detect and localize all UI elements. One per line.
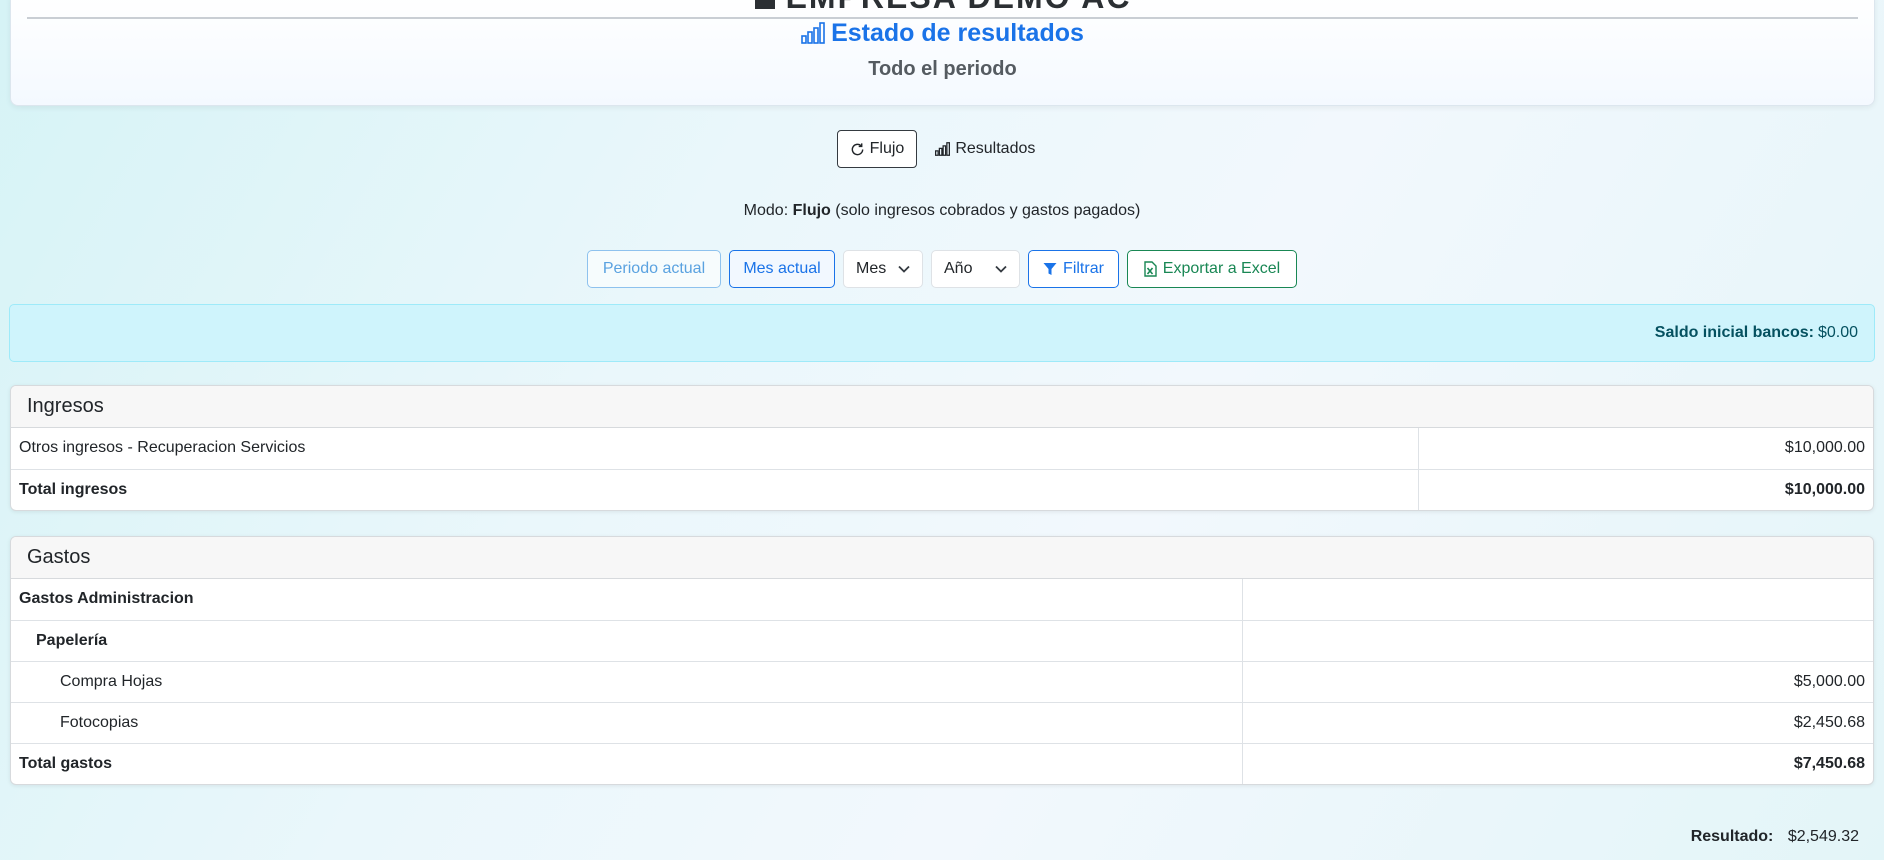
mes-select-value: Mes (856, 260, 887, 277)
table-row: Otros ingresos - Recuperacion Servicios … (11, 428, 1873, 470)
flujo-toggle-label: Flujo (869, 140, 905, 157)
resultado-summary: Resultado: $2,549.32 (1691, 828, 1859, 846)
filter-bar: Periodo actual Mes actual Mes Año Filtra… (0, 250, 1884, 288)
excel-file-icon (1144, 261, 1157, 277)
flujo-toggle-button[interactable]: Flujo (836, 130, 918, 168)
mode-prefix: Modo: (743, 202, 789, 219)
total-row: Total gastos $7,450.68 (11, 743, 1873, 784)
periodo-actual-button[interactable]: Periodo actual (587, 250, 721, 288)
resultado-value: $2,549.32 (1787, 828, 1859, 845)
group-amount (1241, 579, 1873, 621)
bar-chart-icon (801, 22, 825, 44)
building-icon (754, 0, 775, 9)
row-amount: $5,000.00 (1241, 661, 1873, 703)
chevron-down-icon (995, 265, 1007, 273)
mode-description: Modo: Flujo (solo ingresos cobrados y ga… (0, 202, 1884, 220)
mode-name: Flujo (792, 202, 831, 219)
group-label: Gastos Administracion (11, 579, 1242, 621)
ingresos-header: Ingresos (11, 386, 1873, 428)
gastos-header: Gastos (11, 537, 1873, 579)
exportar-excel-button[interactable]: Exportar a Excel (1127, 250, 1297, 288)
period-subtitle: Todo el periodo (868, 58, 1017, 80)
filtrar-button[interactable]: Filtrar (1028, 250, 1119, 288)
total-ingresos-amount: $10,000.00 (1417, 469, 1873, 510)
row-label: Compra Hojas (11, 661, 1242, 703)
subgroup-row: Papelería (11, 620, 1873, 662)
page-title: Estado de resultados (11, 19, 1874, 48)
row-amount: $2,450.68 (1241, 702, 1873, 744)
subgroup-label: Papelería (11, 620, 1242, 662)
bar-chart-icon (935, 142, 951, 156)
saldo-inicial-value: $0.00 (1817, 324, 1858, 341)
ingresos-card: Ingresos Otros ingresos - Recuperacion S… (10, 385, 1874, 511)
ingresos-table: Otros ingresos - Recuperacion Servicios … (11, 428, 1873, 510)
group-row: Gastos Administracion (11, 579, 1873, 621)
chevron-down-icon (898, 265, 910, 273)
saldo-inicial-label: Saldo inicial bancos: (1654, 324, 1814, 341)
company-title-bar: EMPRESA DEMO AC (27, 0, 1858, 19)
total-ingresos-label: Total ingresos (19, 480, 128, 498)
resultados-toggle-label: Resultados (955, 140, 1036, 157)
filtrar-label: Filtrar (1063, 260, 1104, 277)
refresh-icon (851, 142, 863, 155)
mes-select[interactable]: Mes (843, 250, 923, 288)
anio-select-value: Año (944, 260, 973, 277)
mode-toggle: Flujo Resultados (0, 130, 1884, 168)
table-row: Fotocopias $2,450.68 (11, 702, 1873, 744)
anio-select[interactable]: Año (931, 250, 1020, 288)
gastos-table: Gastos Administracion Papelería Compra H… (11, 579, 1873, 784)
total-gastos-label: Total gastos (19, 754, 113, 772)
resultado-label: Resultado: (1690, 828, 1774, 845)
company-name: EMPRESA DEMO AC (27, 0, 1858, 16)
company-name-text: EMPRESA DEMO AC (786, 0, 1132, 15)
row-label: Fotocopias (11, 702, 1242, 744)
report-header: EMPRESA DEMO AC Estado de resultados Tod… (10, 0, 1875, 106)
table-row: Compra Hojas $5,000.00 (11, 661, 1873, 703)
page-title-text: Estado de resultados (831, 19, 1084, 47)
funnel-icon (1043, 263, 1057, 275)
total-gastos-amount: $7,450.68 (1241, 743, 1873, 784)
mode-detail: (solo ingresos cobrados y gastos pagados… (835, 202, 1141, 219)
saldo-inicial-alert: Saldo inicial bancos: $0.00 (9, 304, 1875, 362)
row-amount: $10,000.00 (1417, 428, 1873, 470)
row-label: Otros ingresos - Recuperacion Servicios (11, 428, 1418, 470)
subgroup-amount (1241, 620, 1873, 662)
resultados-toggle-button[interactable]: Resultados (923, 130, 1047, 168)
exportar-label: Exportar a Excel (1162, 260, 1281, 277)
gastos-card: Gastos Gastos Administracion Papelería C… (10, 536, 1874, 785)
mes-actual-button[interactable]: Mes actual (729, 250, 835, 288)
total-row: Total ingresos $10,000.00 (11, 469, 1873, 510)
